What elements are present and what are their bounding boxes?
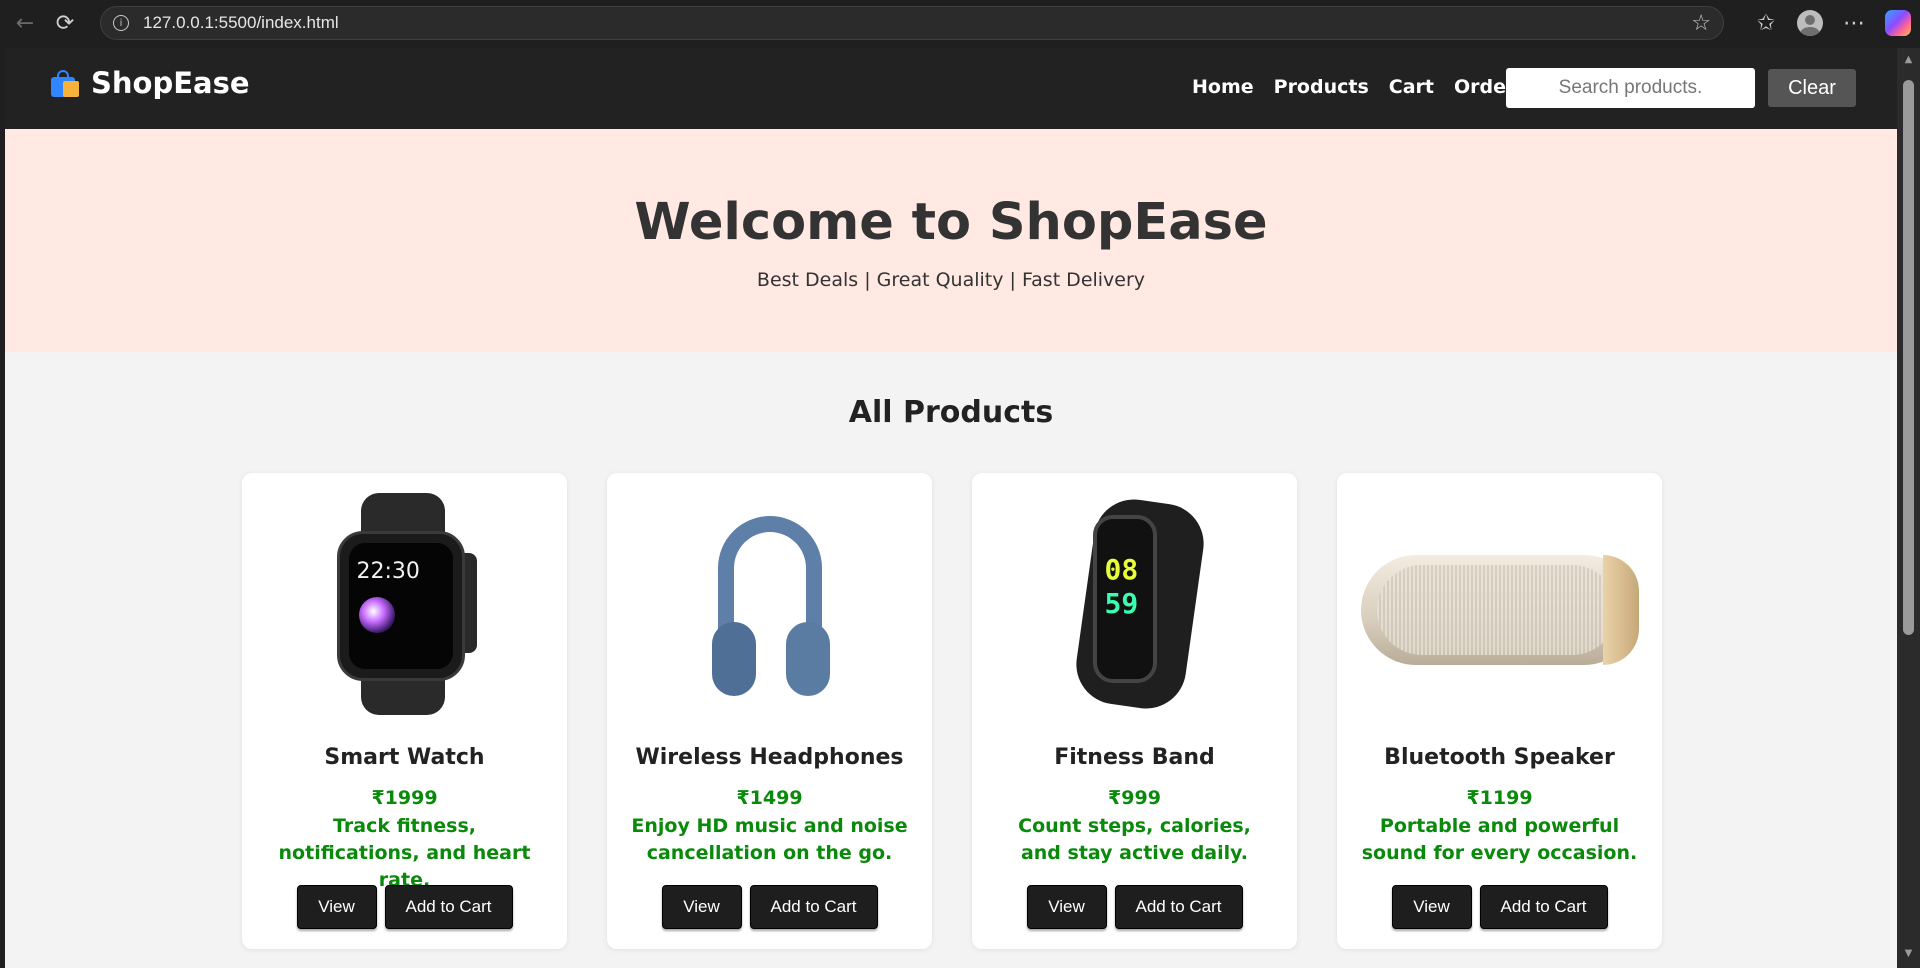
more-menu-icon[interactable]: ⋯ — [1832, 1, 1876, 45]
product-card-smart-watch: 22:30 Smart Watch ₹1999 Track fitness, n… — [242, 473, 567, 949]
scrollbar-thumb[interactable] — [1903, 80, 1914, 635]
copilot-icon[interactable] — [1876, 1, 1920, 45]
brand-logo[interactable]: ShopEase — [49, 66, 250, 100]
clear-button[interactable]: Clear — [1768, 69, 1856, 107]
favorites-icon[interactable]: ✩ — [1744, 1, 1788, 45]
product-card-bluetooth-speaker: Bluetooth Speaker ₹1199 Portable and pow… — [1337, 473, 1662, 949]
product-image-smart-watch: 22:30 — [262, 493, 547, 715]
product-image-bluetooth-speaker — [1357, 493, 1642, 715]
product-name: Fitness Band — [1054, 745, 1215, 770]
band-hours: 08 — [1104, 553, 1139, 586]
product-name: Wireless Headphones — [635, 745, 904, 770]
product-name: Bluetooth Speaker — [1384, 745, 1615, 770]
nav-cart[interactable]: Cart — [1389, 76, 1434, 98]
shopping-bag-icon — [49, 67, 81, 99]
address-url[interactable]: 127.0.0.1:5500/index.html — [143, 13, 339, 33]
hero-title: Welcome to ShopEase — [634, 193, 1268, 252]
view-button[interactable]: View — [296, 885, 377, 929]
view-button[interactable]: View — [1026, 885, 1107, 929]
product-description: Enjoy HD music and noise cancellation on… — [631, 815, 908, 864]
nav-home[interactable]: Home — [1192, 76, 1254, 98]
product-description: Track fitness, notifications, and heart … — [278, 815, 531, 891]
scroll-up-arrow-icon[interactable]: ▲ — [1903, 54, 1914, 65]
product-price: ₹1999 — [371, 787, 438, 809]
hero-subtitle: Best Deals | Great Quality | Fast Delive… — [756, 269, 1146, 291]
add-to-cart-button[interactable]: Add to Cart — [1479, 885, 1608, 929]
address-bar[interactable]: i 127.0.0.1:5500/index.html ☆ — [100, 6, 1724, 40]
favorite-star-icon[interactable]: ☆ — [1691, 11, 1711, 36]
nav-products[interactable]: Products — [1274, 76, 1369, 98]
scroll-down-arrow-icon[interactable]: ▼ — [1903, 948, 1914, 959]
main-nav: Home Products Cart Orders — [1192, 76, 1547, 98]
site-header: ShopEase Home Products Cart Orders Clear — [5, 48, 1897, 129]
add-to-cart-button[interactable]: Add to Cart — [1114, 885, 1243, 929]
add-to-cart-button[interactable]: Add to Cart — [749, 885, 878, 929]
search-input[interactable] — [1506, 68, 1755, 108]
product-description: Count steps, calories, and stay active d… — [1018, 815, 1251, 864]
site-info-icon[interactable]: i — [113, 15, 129, 31]
page-scrollbar[interactable]: ▲ ▼ — [1897, 48, 1920, 968]
product-card-fitness-band: 08 59 Fitness Band ₹999 Count steps, cal… — [972, 473, 1297, 949]
back-arrow-icon[interactable]: ← — [5, 3, 45, 43]
product-description: Portable and powerful sound for every oc… — [1361, 815, 1638, 864]
band-minutes: 59 — [1104, 587, 1139, 620]
watch-time: 22:30 — [356, 559, 420, 584]
product-price: ₹1199 — [1466, 787, 1533, 809]
brand-name: ShopEase — [91, 66, 250, 100]
view-button[interactable]: View — [661, 885, 742, 929]
product-image-fitness-band: 08 59 — [992, 493, 1277, 715]
product-price: ₹1499 — [736, 787, 803, 809]
profile-icon[interactable] — [1788, 1, 1832, 45]
page-viewport: ShopEase Home Products Cart Orders Clear… — [5, 48, 1897, 968]
browser-toolbar: ← ⟳ i 127.0.0.1:5500/index.html ☆ ✩ ⋯ — [0, 0, 1920, 46]
reload-icon[interactable]: ⟳ — [45, 3, 85, 43]
product-card-wireless-headphones: Wireless Headphones ₹1499 Enjoy HD music… — [607, 473, 932, 949]
product-price: ₹999 — [1108, 787, 1161, 809]
product-name: Smart Watch — [324, 745, 485, 770]
hero-banner: Welcome to ShopEase Best Deals | Great Q… — [5, 129, 1897, 352]
product-image-wireless-headphones — [627, 493, 912, 715]
add-to-cart-button[interactable]: Add to Cart — [384, 885, 513, 929]
view-button[interactable]: View — [1391, 885, 1472, 929]
products-section-title: All Products — [848, 395, 1054, 430]
